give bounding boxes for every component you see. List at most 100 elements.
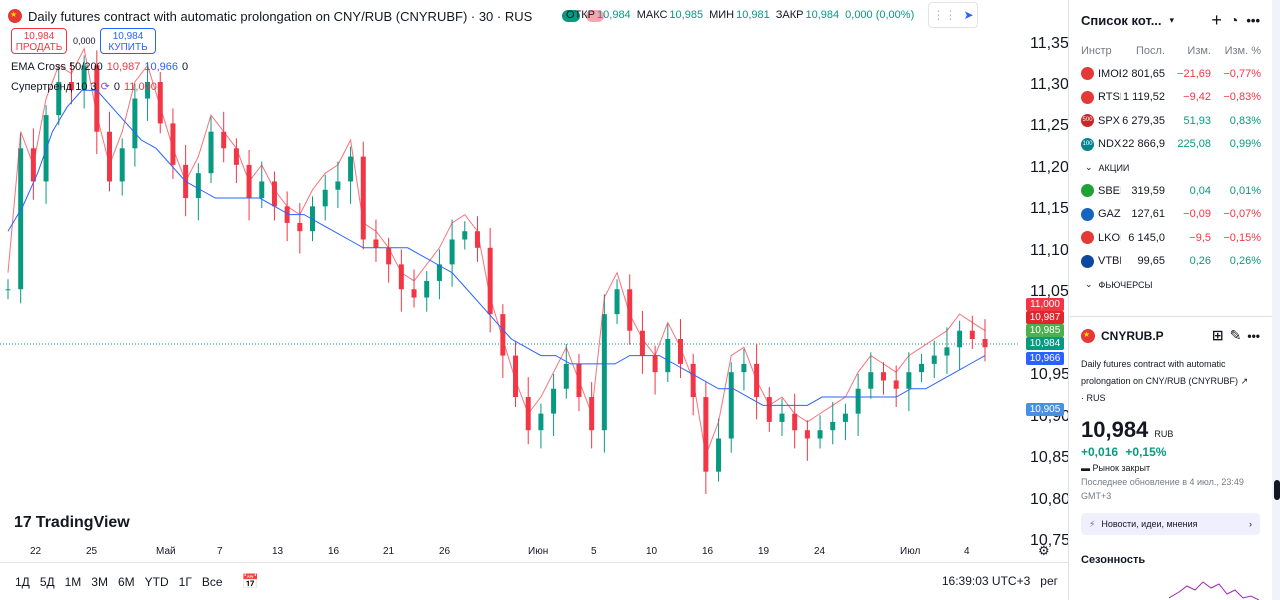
candle [119, 138, 125, 196]
row-change: 0,26 [1189, 255, 1211, 268]
timeframe-4[interactable]: 6М [113, 575, 140, 589]
candle [449, 219, 455, 287]
watchlist-row[interactable]: SBER 319,59 0,04 0,01% [1069, 179, 1272, 203]
row-last: 6 279,35 [1122, 114, 1165, 127]
exchange-text: · RUS [1081, 393, 1106, 403]
chart-pane[interactable]: Daily futures contract with automatic pr… [0, 0, 1079, 562]
watchlist-title[interactable]: Список кот... [1081, 13, 1162, 28]
symbol-title[interactable]: Daily futures contract with automatic pr… [28, 9, 532, 24]
china-flag-icon [8, 9, 22, 23]
col-change-pct[interactable]: Изм. % [1211, 45, 1261, 57]
supertrend-value-1: 0 [113, 80, 120, 93]
calendar-icon[interactable]: 📅 [242, 573, 259, 590]
buy-button[interactable]: 10,984 КУПИТЬ [100, 28, 156, 54]
ohlc-label: МАКС [636, 9, 668, 21]
symbol-icon [1081, 67, 1094, 81]
candle [462, 221, 468, 250]
row-change: −9,5 [1189, 231, 1211, 244]
sell-button[interactable]: 10,984 ПРОДАТЬ [11, 28, 67, 54]
edit-icon[interactable]: ✎ [1230, 327, 1242, 344]
add-icon[interactable]: + [1211, 10, 1222, 31]
symbol-header[interactable]: Daily futures contract with automatic pr… [8, 6, 605, 26]
status-text: Рынок закрыт [1092, 463, 1151, 473]
watchlist-row[interactable]: LKOH 6 145,0 −9,5 −0,15% [1069, 226, 1272, 250]
watchlist-row[interactable]: 100 NDX 22 866,9 225,08 0,99% [1069, 133, 1272, 157]
time-tick: 16 [702, 546, 714, 557]
ohlc-value: 10,985 [669, 9, 704, 21]
candle [335, 161, 341, 208]
timeframe-1[interactable]: 5Д [35, 575, 60, 589]
timeframe-5[interactable]: YTD [140, 575, 174, 589]
candle [728, 362, 734, 453]
time-tick: 13 [272, 546, 284, 557]
chart-pie-icon[interactable]: ◔ [1230, 12, 1238, 28]
clock[interactable]: 16:39:03 UTC+3 [942, 574, 1030, 588]
chevron-down-icon[interactable]: ▾ [1170, 15, 1175, 26]
watchlist-row[interactable]: GAZP 127,61 −0,09 −0,07% [1069, 203, 1272, 227]
settings-icon[interactable]: ⚙ [1038, 543, 1050, 559]
candle [208, 116, 214, 184]
price-tag: 10,966 [1026, 352, 1064, 365]
row-change-pct: −0,83% [1223, 91, 1261, 104]
watchlist-row[interactable]: IMOEX2 801,65 −21,69 −0,77% [1069, 62, 1272, 86]
supertrend-value-2: 11,000 [123, 80, 157, 93]
candle [322, 174, 328, 221]
row-change: 225,08 [1177, 138, 1211, 151]
row-change: −9,42 [1183, 91, 1211, 104]
sell-price: 10,984 [23, 31, 55, 42]
scroll-thumb[interactable] [1274, 480, 1280, 500]
session-mode[interactable]: рег [1040, 574, 1058, 588]
more-icon[interactable]: ••• [1247, 329, 1260, 343]
section-futures-label: ФЬЮЧЕРСЫ [1098, 279, 1153, 290]
seasonality-title[interactable]: Сезонность [1081, 554, 1145, 566]
row-last: 22 866,9 [1122, 138, 1165, 151]
more-icon[interactable]: ••• [1246, 13, 1260, 28]
candle [500, 304, 506, 378]
col-symbol[interactable]: Инстр [1081, 45, 1121, 57]
ema-value-3: 0 [182, 61, 189, 73]
ema-indicator-legend[interactable]: EMA Cross 50/200 10,987 10,966 0 [11, 61, 188, 73]
col-last[interactable]: Посл. [1121, 45, 1165, 57]
candle [589, 382, 595, 449]
detail-symbol[interactable]: CNYRUB.P [1101, 329, 1164, 343]
price-tag: 10,905 [1026, 403, 1064, 416]
candle [284, 191, 290, 242]
drag-handle-icon[interactable]: ⋮⋮ [932, 8, 956, 22]
candle [792, 393, 798, 449]
ema-name: EMA Cross 50/200 [11, 61, 103, 73]
market-closed-icon: ▬ [1081, 463, 1090, 473]
section-futures[interactable]: ⌄ ФЬЮЧЕРСЫ [1069, 273, 1272, 296]
timeframe-2[interactable]: 1М [60, 575, 87, 589]
layout-icon[interactable]: ⊞ [1212, 327, 1224, 344]
section-stocks[interactable]: ⌄ АКЦИИ [1069, 156, 1272, 179]
supertrend-legend[interactable]: Супертренд 10 3 ⟳ 0 11,000 [11, 80, 157, 94]
row-change-pct: 0,99% [1229, 138, 1261, 151]
candle [436, 249, 442, 300]
time-axis[interactable]: 22 25 Май 7 13 16 21 26 Июн 5 10 16 19 24 Июл 4 [0, 540, 1068, 562]
candle [56, 67, 62, 126]
candle [868, 352, 874, 399]
candle [766, 387, 772, 432]
col-change[interactable]: Изм. [1165, 45, 1211, 57]
news-button[interactable]: ⚡ Новости, идеи, мнения › [1081, 513, 1260, 535]
candle [944, 327, 950, 374]
row-last: 99,65 [1137, 255, 1165, 268]
cursor-icon[interactable]: ➤ [963, 8, 973, 22]
timeframe-7[interactable]: Все [197, 575, 228, 589]
watchlist-row[interactable]: RTSI 1 119,52 −9,42 −0,83% [1069, 86, 1272, 110]
time-tick: 22 [30, 546, 42, 557]
scrollbar[interactable] [1272, 0, 1280, 600]
timeframe-3[interactable]: 3М [86, 575, 113, 589]
time-tick: 24 [814, 546, 826, 557]
timeframe-6[interactable]: 1Г [174, 575, 197, 589]
watchlist-row[interactable]: VTBR 99,65 0,26 0,26% [1069, 250, 1272, 274]
time-tick: Май [156, 546, 176, 557]
timeframe-0[interactable]: 1Д [10, 575, 35, 589]
time-tick: Июл [900, 546, 921, 557]
top-tools[interactable]: ⋮⋮ ➤ [928, 2, 978, 28]
change-pct: +0,15% [1125, 445, 1167, 459]
external-link-icon[interactable]: ↗ [1241, 376, 1249, 386]
row-symbol-name: RTSI [1098, 91, 1121, 104]
watchlist-row[interactable]: 500 SPX 6 279,35 51,93 0,83% [1069, 109, 1272, 133]
lightning-icon: ⚡ [1089, 518, 1096, 529]
